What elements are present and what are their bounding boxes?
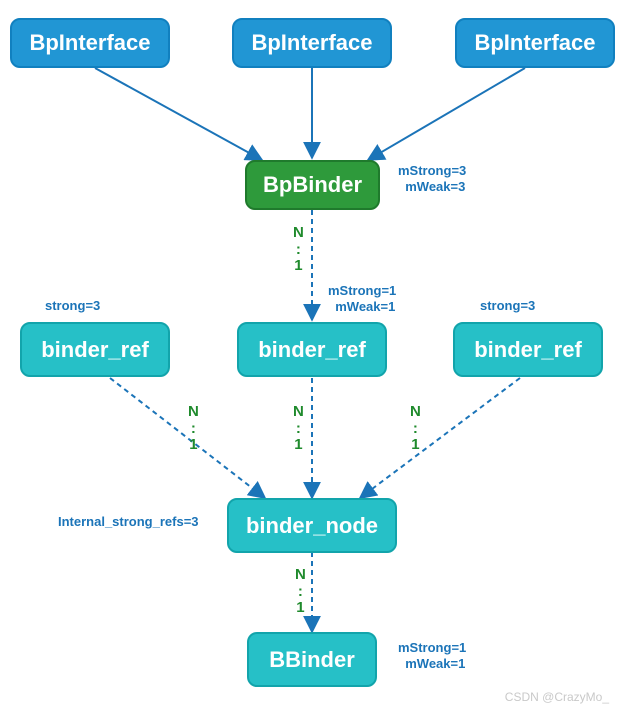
annotation-bpbinder-refs: mStrong=3 mWeak=3 <box>398 163 466 196</box>
node-label: binder_ref <box>474 337 582 363</box>
edge-label-bpbinder-ref: N : 1 <box>293 225 304 275</box>
annotation-bbinder-refs: mStrong=1 mWeak=1 <box>398 640 466 673</box>
node-binder-node: binder_node <box>227 498 397 553</box>
annotation-ref3-strong: strong=3 <box>480 298 535 314</box>
node-binder-ref-1: binder_ref <box>20 322 170 377</box>
node-label: BpInterface <box>474 30 595 56</box>
node-label: BpInterface <box>251 30 372 56</box>
node-label: BpInterface <box>29 30 150 56</box>
node-bpbinder: BpBinder <box>245 160 380 210</box>
node-label: binder_ref <box>41 337 149 363</box>
node-label: BpBinder <box>263 172 362 198</box>
annotation-bnode-internal: Internal_strong_refs=3 <box>58 514 199 530</box>
edge-label-ref2-node: N : 1 <box>293 404 304 454</box>
node-binder-ref-2: binder_ref <box>237 322 387 377</box>
node-binder-ref-3: binder_ref <box>453 322 603 377</box>
node-bpinterface-1: BpInterface <box>10 18 170 68</box>
edge-label-node-bbinder: N : 1 <box>295 567 306 617</box>
node-bbinder: BBinder <box>247 632 377 687</box>
watermark: CSDN @CrazyMo_ <box>505 690 609 704</box>
node-label: BBinder <box>269 647 355 673</box>
node-label: binder_node <box>246 513 378 539</box>
annotation-ref2-refs: mStrong=1 mWeak=1 <box>328 283 396 316</box>
edge-label-ref1-node: N : 1 <box>188 404 199 454</box>
annotation-ref1-strong: strong=3 <box>45 298 100 314</box>
node-label: binder_ref <box>258 337 366 363</box>
node-bpinterface-3: BpInterface <box>455 18 615 68</box>
edge-label-ref3-node: N : 1 <box>410 404 421 454</box>
node-bpinterface-2: BpInterface <box>232 18 392 68</box>
